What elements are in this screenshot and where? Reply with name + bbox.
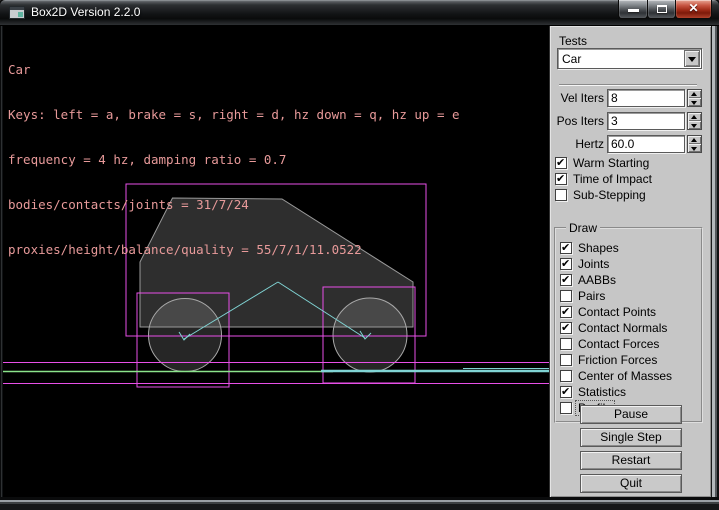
proxies-line: proxies/height/balance/quality = 55/7/1/… <box>8 242 460 257</box>
app-window: Box2D Version 2.2.0 ✕ <box>0 0 719 510</box>
statistics-checkbox[interactable] <box>560 386 572 398</box>
single-step-button[interactable]: Single Step <box>580 428 682 447</box>
restart-button[interactable]: Restart <box>580 451 682 470</box>
sub-stepping-checkbox[interactable] <box>555 189 567 201</box>
pos-iters-spinner <box>687 112 702 130</box>
hertz-down-button[interactable] <box>688 144 701 152</box>
separator <box>559 84 697 86</box>
tests-dropdown-value: Car <box>562 52 581 66</box>
tests-dropdown[interactable]: Car <box>557 48 702 69</box>
window-border-right <box>711 26 719 510</box>
draw-checkbox-pairs[interactable]: Pairs <box>560 289 699 305</box>
control-panel: Tests Car Vel Iters Pos Iters Hertz Warm… <box>549 26 711 497</box>
draw-checkbox-statistics[interactable]: Statistics <box>560 385 699 401</box>
vel-iters-label: Vel Iters <box>550 91 604 105</box>
draw-group: Draw Shapes Joints AABBs Pairs <box>554 227 703 423</box>
friction-forces-checkbox[interactable] <box>560 354 572 366</box>
vel-iters-up-button[interactable] <box>688 90 701 98</box>
minimize-icon <box>628 9 639 12</box>
vel-iters-input[interactable] <box>607 89 685 107</box>
keys-line: Keys: left = a, brake = s, right = d, hz… <box>8 107 460 122</box>
close-button[interactable]: ✕ <box>675 0 712 19</box>
draw-checkbox-contact-normals[interactable]: Contact Normals <box>560 321 699 337</box>
car-wheel-left <box>149 299 222 372</box>
hertz-label: Hertz <box>550 137 604 151</box>
pos-iters-label: Pos Iters <box>550 114 604 128</box>
car-wheel-right <box>333 298 407 372</box>
quit-button[interactable]: Quit <box>580 474 682 493</box>
aabbs-checkbox[interactable] <box>560 274 572 286</box>
draw-rows: Shapes Joints AABBs Pairs Contact Points <box>560 241 699 417</box>
bodies-line: bodies/contacts/joints = 31/7/24 <box>8 197 460 212</box>
vel-iters-down-button[interactable] <box>688 98 701 106</box>
test-name-line: Car <box>8 62 460 77</box>
hertz-up-button[interactable] <box>688 136 701 144</box>
warm-starting-checkbox[interactable] <box>555 157 567 169</box>
close-icon: ✕ <box>676 1 711 15</box>
tests-label: Tests <box>559 34 587 48</box>
draw-checkbox-shapes[interactable]: Shapes <box>560 241 699 257</box>
vel-iters-row: Vel Iters <box>550 89 712 107</box>
window-title: Box2D Version 2.2.0 <box>31 0 140 26</box>
shapes-checkbox[interactable] <box>560 242 572 254</box>
pos-iters-row: Pos Iters <box>550 112 712 130</box>
pos-iters-input[interactable] <box>607 112 685 130</box>
tests-dropdown-arrow-icon[interactable] <box>684 50 700 67</box>
hertz-spinner <box>687 135 702 153</box>
time-of-impact-checkbox[interactable] <box>555 173 567 185</box>
profile-checkbox[interactable] <box>560 402 572 414</box>
simulation-canvas[interactable]: Car Keys: left = a, brake = s, right = d… <box>3 26 549 497</box>
frequency-line: frequency = 4 hz, damping ratio = 0.7 <box>8 152 460 167</box>
draw-checkbox-friction-forces[interactable]: Friction Forces <box>560 353 699 369</box>
draw-group-legend: Draw <box>566 221 600 235</box>
maximize-icon <box>657 5 667 13</box>
pause-button[interactable]: Pause <box>580 405 682 424</box>
minimize-button[interactable] <box>618 0 648 19</box>
draw-checkbox-contact-points[interactable]: Contact Points <box>560 305 699 321</box>
titlebar: Box2D Version 2.2.0 ✕ <box>0 0 719 26</box>
hertz-input[interactable] <box>607 135 685 153</box>
maximize-button[interactable] <box>647 0 676 19</box>
stats-overlay: Car Keys: left = a, brake = s, right = d… <box>8 32 460 287</box>
hertz-row: Hertz <box>550 135 712 153</box>
center-of-masses-checkbox[interactable] <box>560 370 572 382</box>
draw-checkbox-contact-forces[interactable]: Contact Forces <box>560 337 699 353</box>
contact-normals-checkbox[interactable] <box>560 322 572 334</box>
contact-points-checkbox[interactable] <box>560 306 572 318</box>
app-icon <box>9 6 25 19</box>
window-border-bottom <box>0 497 719 510</box>
pos-iters-down-button[interactable] <box>688 121 701 129</box>
vel-iters-spinner <box>687 89 702 107</box>
pairs-checkbox[interactable] <box>560 290 572 302</box>
draw-checkbox-joints[interactable]: Joints <box>560 257 699 273</box>
contact-forces-checkbox[interactable] <box>560 338 572 350</box>
caption-buttons: ✕ <box>619 0 712 19</box>
joints-checkbox[interactable] <box>560 258 572 270</box>
draw-checkbox-aabbs[interactable]: AABBs <box>560 273 699 289</box>
pos-iters-up-button[interactable] <box>688 113 701 121</box>
draw-checkbox-center-of-masses[interactable]: Center of Masses <box>560 369 699 385</box>
